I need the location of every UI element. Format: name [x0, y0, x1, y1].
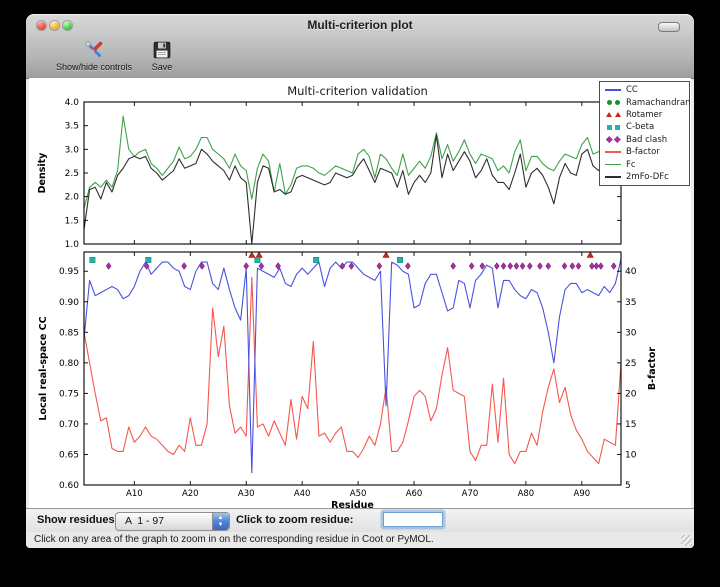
svg-text:3.0: 3.0 — [65, 145, 80, 155]
show-hide-controls-button[interactable]: Show/hide controls — [38, 39, 150, 75]
svg-text:3.5: 3.5 — [65, 122, 79, 132]
svg-text:0.80: 0.80 — [59, 359, 79, 369]
legend-item-label: Bad clash — [626, 135, 667, 145]
svg-text:0.90: 0.90 — [59, 298, 79, 308]
legend-squares-icon — [600, 125, 626, 130]
legend-line-swatch — [600, 89, 626, 91]
legend-item: Rotamer — [600, 109, 689, 121]
floppy-disk-icon — [151, 39, 173, 61]
legend: CC Ramachandran Rotamer C-beta Bad clash B-fa… — [599, 81, 690, 186]
svg-text:A60: A60 — [406, 489, 423, 499]
legend-item: B-factor — [600, 146, 689, 158]
titlebar[interactable]: Multi-criterion plot — [26, 14, 694, 36]
status-text: Click on any area of the graph to zoom i… — [34, 534, 434, 545]
svg-text:A10: A10 — [126, 489, 143, 499]
svg-text:0.95: 0.95 — [59, 267, 79, 277]
zoom-residue-label: Click to zoom residue: — [236, 514, 353, 526]
svg-text:2.0: 2.0 — [65, 193, 80, 203]
desktop: { "window": { "title": "Multi-criterion … — [0, 0, 720, 587]
save-button[interactable]: Save — [144, 39, 180, 75]
tools-icon — [83, 39, 105, 61]
legend-line-swatch — [600, 164, 626, 166]
legend-item-label: C-beta — [626, 122, 654, 132]
legend-item: C-beta — [600, 121, 689, 133]
legend-item: Ramachandran — [600, 96, 689, 108]
legend-diamonds-icon — [600, 137, 626, 142]
svg-text:5: 5 — [625, 481, 631, 491]
legend-circles-icon — [600, 100, 626, 105]
minimize-button[interactable] — [50, 21, 59, 30]
svg-text:A80: A80 — [518, 489, 535, 499]
legend-item: Bad clash — [600, 134, 689, 146]
density-axis-label: Density — [37, 152, 48, 194]
svg-text:A70: A70 — [462, 489, 479, 499]
legend-triangles-icon — [600, 112, 626, 117]
zoom-residue-input[interactable] — [383, 512, 443, 527]
figure-area[interactable]: Multi-criterion validation 1.0 1.5 2.0 2.5 3.… — [29, 78, 691, 508]
svg-text:A50: A50 — [350, 489, 367, 499]
svg-text:25: 25 — [625, 359, 636, 369]
svg-text:1.0: 1.0 — [65, 240, 80, 250]
control-strip: Show residues: A 1 - 97 ▲▼ Click to zoom… — [26, 508, 694, 533]
svg-text:35: 35 — [625, 298, 636, 308]
svg-text:1.5: 1.5 — [65, 216, 79, 226]
window: Multi-criterion plot Show/hide controls — [26, 14, 694, 548]
bfactor-axis-label: B-factor — [647, 347, 658, 390]
show-residues-label: Show residues: — [37, 514, 118, 526]
legend-item-label: Ramachandran — [626, 98, 691, 108]
svg-text:30: 30 — [625, 328, 637, 338]
svg-text:0.70: 0.70 — [59, 420, 79, 430]
legend-item-label: Fc — [626, 160, 636, 170]
dropdown-stepper-icon: ▲▼ — [212, 513, 229, 530]
figure-title: Multi-criterion validation — [287, 84, 428, 98]
toolbar-toggle-lozenge[interactable] — [658, 22, 680, 32]
cc-axis-label: Local real-space CC — [38, 316, 49, 420]
plots-canvas[interactable]: Multi-criterion validation 1.0 1.5 2.0 2.5 3.… — [29, 78, 691, 513]
legend-item-label: CC — [626, 85, 638, 95]
residue-range-dropdown[interactable]: A 1 - 97 ▲▼ — [115, 512, 230, 531]
residue-axis-label: Residue — [331, 500, 374, 508]
svg-text:A30: A30 — [238, 489, 255, 499]
legend-item: CC — [600, 84, 689, 96]
save-label: Save — [144, 62, 180, 72]
show-hide-controls-label: Show/hide controls — [38, 62, 150, 72]
legend-item-label: 2mFo-DFc — [626, 172, 669, 182]
svg-text:A40: A40 — [294, 489, 311, 499]
svg-text:0.85: 0.85 — [59, 328, 79, 338]
status-bar: Click on any area of the graph to zoom i… — [26, 532, 694, 548]
legend-line-swatch — [600, 176, 626, 178]
svg-text:10: 10 — [625, 450, 637, 460]
svg-text:20: 20 — [625, 389, 637, 399]
legend-item-label: B-factor — [626, 147, 660, 157]
legend-item-label: Rotamer — [626, 110, 662, 120]
svg-text:0.60: 0.60 — [59, 481, 79, 491]
svg-text:4.0: 4.0 — [65, 98, 80, 108]
svg-text:15: 15 — [625, 420, 636, 430]
svg-text:40: 40 — [625, 267, 637, 277]
svg-text:0.65: 0.65 — [59, 450, 79, 460]
legend-item: 2mFo-DFc — [600, 171, 689, 183]
svg-text:0.75: 0.75 — [59, 389, 79, 399]
legend-line-swatch — [600, 151, 626, 153]
svg-text:A20: A20 — [182, 489, 199, 499]
residue-range-value: A 1 - 97 — [125, 515, 164, 527]
close-button[interactable] — [37, 21, 46, 30]
svg-text:2.5: 2.5 — [65, 169, 79, 179]
svg-text:A90: A90 — [574, 489, 591, 499]
window-title: Multi-criterion plot — [126, 18, 594, 32]
window-header: Multi-criterion plot Show/hide controls — [26, 14, 694, 79]
legend-item: Fc — [600, 158, 689, 170]
zoom-button[interactable] — [63, 21, 72, 30]
resize-grip[interactable] — [681, 535, 692, 546]
